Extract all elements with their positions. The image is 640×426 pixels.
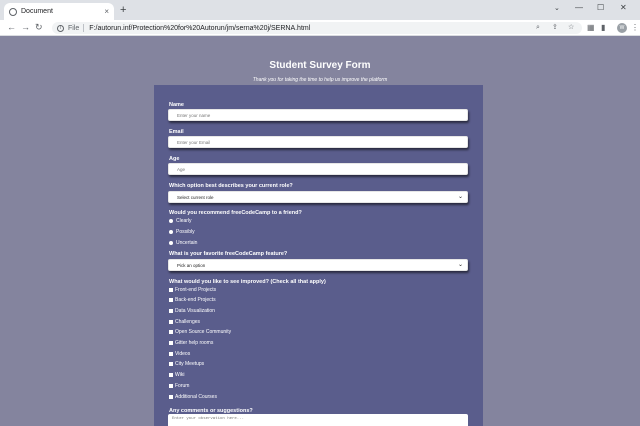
checkbox-additional-courses[interactable]: Additional Courses [169, 394, 217, 400]
checkbox-open-source[interactable]: Open Source Community [169, 329, 231, 335]
role-select-value: Select current role [177, 194, 214, 200]
checkbox-icon[interactable] [169, 288, 173, 292]
checkbox-forum[interactable]: Forum [169, 383, 189, 389]
minimize-button[interactable]: — [575, 2, 583, 14]
email-label: Email [169, 129, 184, 135]
checkbox-icon[interactable] [169, 341, 173, 345]
page-description: Thank you for taking the time to help us… [252, 77, 388, 83]
option-label: Back-end Projects [175, 297, 216, 303]
improve-label: What would you like to see improved? (Ch… [169, 279, 326, 285]
globe-icon [9, 7, 17, 16]
recommend-label: Would you recommend freeCodeCamp to a fr… [169, 210, 302, 216]
checkbox-gitter[interactable]: Gitter help rooms [169, 340, 213, 346]
option-label: Challenges [175, 319, 201, 325]
checkbox-data-visualization[interactable]: Data Visualization [169, 308, 215, 314]
checkbox-back-end[interactable]: Back-end Projects [169, 297, 216, 303]
radio-icon[interactable] [169, 241, 173, 245]
checkbox-wiki[interactable]: Wiki [169, 372, 184, 378]
option-label: Data Visualization [175, 308, 215, 314]
option-label: Forum [175, 383, 190, 389]
address-bar[interactable]: i File F:/autorun.inf/Protection%20for%2… [52, 22, 582, 34]
option-label: Gitter help rooms [175, 340, 214, 346]
maximize-button[interactable]: ☐ [597, 2, 604, 14]
browser-tab[interactable]: Document × [4, 3, 114, 20]
option-label: Uncertain [176, 240, 198, 246]
option-label: Clearly [176, 218, 192, 224]
checkbox-challenges[interactable]: Challenges [169, 319, 200, 325]
checkbox-icon[interactable] [169, 320, 173, 324]
feature-label: What is your favorite freeCodeCamp featu… [169, 251, 288, 257]
new-tab-button[interactable]: + [120, 3, 126, 17]
comments-textarea[interactable]: Enter your observation here... [168, 414, 468, 426]
option-label: Wiki [175, 372, 185, 378]
checkbox-icon[interactable] [169, 362, 173, 366]
reload-button[interactable]: ↻ [35, 22, 43, 33]
checkbox-icon[interactable] [169, 384, 173, 388]
tab-search-icon[interactable]: ⌄ [554, 4, 560, 12]
option-label: Open Source Community [175, 329, 232, 335]
survey-form: Name Enter your name Email Enter your Em… [154, 85, 483, 426]
search-icon[interactable]: ⌕ [536, 22, 540, 34]
option-label: Videos [175, 351, 191, 357]
close-window-button[interactable]: ✕ [620, 2, 627, 14]
tab-title: Document [21, 8, 53, 15]
url-text[interactable]: F:/autorun.inf/Protection%20for%20Autoru… [89, 25, 310, 32]
radio-icon[interactable] [169, 219, 173, 223]
file-scheme-label: File [68, 24, 80, 32]
checkbox-icon[interactable] [169, 330, 173, 334]
chevron-down-icon: ⌄ [457, 194, 463, 200]
age-input[interactable]: Age [168, 163, 468, 175]
feature-select[interactable]: Pick an option ⌄ [168, 259, 468, 271]
tab-bar: Document × + ⌄ — ☐ ✕ [0, 0, 640, 20]
checkbox-icon[interactable] [169, 309, 173, 313]
bookmark-star-icon[interactable]: ☆ [568, 22, 574, 34]
recommend-option-clearly[interactable]: Clearly [169, 218, 192, 224]
tab-close-button[interactable]: × [104, 7, 109, 16]
page-title: Student Survey Form [269, 60, 371, 71]
recommend-option-possibly[interactable]: Possibly [169, 229, 195, 235]
name-label: Name [169, 102, 184, 108]
option-label: Front-end Projects [175, 287, 217, 293]
role-select[interactable]: Select current role ⌄ [168, 191, 468, 203]
extensions-icon[interactable]: ▦ [587, 23, 595, 33]
checkbox-icon[interactable] [169, 373, 173, 377]
role-label: Which option best describes your current… [169, 183, 293, 189]
info-icon[interactable]: i [57, 24, 64, 32]
feature-select-value: Pick an option [177, 262, 206, 268]
age-label: Age [169, 156, 180, 162]
checkbox-front-end[interactable]: Front-end Projects [169, 287, 216, 293]
checkbox-icon[interactable] [169, 395, 173, 399]
checkbox-videos[interactable]: Videos [169, 351, 190, 357]
checkbox-icon[interactable] [169, 352, 173, 356]
option-label: Possibly [176, 229, 195, 235]
forward-button[interactable]: → [21, 22, 30, 33]
menu-kebab-icon[interactable]: ⋮ [631, 23, 639, 33]
chevron-down-icon: ⌄ [457, 262, 463, 268]
option-label: Additional Courses [175, 394, 217, 400]
option-label: City Meetups [175, 361, 205, 367]
divider [83, 24, 85, 32]
profile-avatar[interactable]: W [617, 23, 627, 33]
share-icon[interactable]: ⇪ [552, 22, 558, 34]
back-button[interactable]: ← [7, 22, 16, 33]
email-input[interactable]: Enter your Email [168, 136, 468, 148]
sidebar-icon[interactable]: ▮ [601, 23, 605, 33]
recommend-option-uncertain[interactable]: Uncertain [169, 240, 197, 246]
radio-icon[interactable] [169, 230, 173, 234]
checkbox-icon[interactable] [169, 298, 173, 302]
browser-toolbar: ← → ↻ i File F:/autorun.inf/Protection%2… [0, 20, 640, 36]
checkbox-city-meetups[interactable]: City Meetups [169, 361, 204, 367]
name-input[interactable]: Enter your name [168, 109, 468, 121]
